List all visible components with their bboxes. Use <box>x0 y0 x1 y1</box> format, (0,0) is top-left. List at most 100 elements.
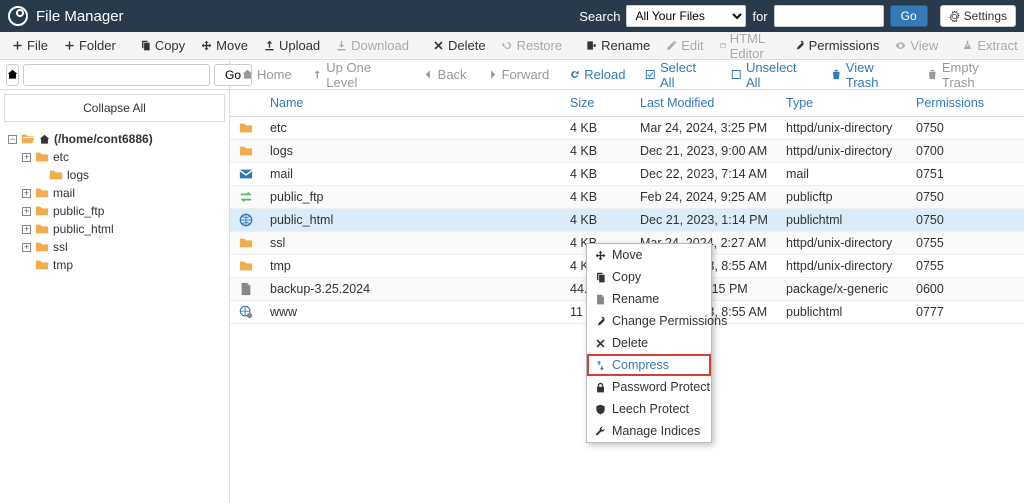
search-go-button[interactable]: Go <box>890 5 928 27</box>
cell-modified: Dec 21, 2023, 1:14 PM <box>632 209 778 232</box>
table-row[interactable]: logs4 KBDec 21, 2023, 9:00 AMhttpd/unix-… <box>230 140 1024 163</box>
col-size-header[interactable]: Size <box>562 90 632 117</box>
edit-button[interactable]: Edit <box>658 36 711 55</box>
table-row[interactable]: mail4 KBDec 22, 2023, 7:14 AMmail0751 <box>230 163 1024 186</box>
folder-button[interactable]: Folder <box>56 36 124 55</box>
settings-button[interactable]: Settings <box>940 5 1016 27</box>
col-permissions-header[interactable]: Permissions <box>908 90 1024 117</box>
col-name-header[interactable]: Name <box>262 90 562 117</box>
table-row[interactable]: public_ftp4 KBFeb 24, 2024, 9:25 AMpubli… <box>230 186 1024 209</box>
context-menu-label: Copy <box>612 270 641 284</box>
cell-type: publicftp <box>778 186 908 209</box>
tree-toggle-icon[interactable]: + <box>22 153 31 162</box>
context-menu-item[interactable]: Rename <box>587 288 711 310</box>
tree-toggle-icon[interactable]: + <box>22 207 31 216</box>
cell-perm: 0750 <box>908 209 1024 232</box>
folder-tree: − (/home/cont6886) +etclogs+mail+public_… <box>0 126 229 278</box>
cell-size: 4 KB <box>562 140 632 163</box>
row-icon <box>238 190 254 204</box>
cell-perm: 0750 <box>908 117 1024 140</box>
context-menu-item[interactable]: Compress <box>587 354 711 376</box>
tree-item[interactable]: +public_html <box>8 220 225 238</box>
folder-icon <box>35 150 49 164</box>
cell-modified: Dec 22, 2023, 7:14 AM <box>632 163 778 186</box>
delete-icon <box>433 40 444 51</box>
context-menu-label: Delete <box>612 336 648 350</box>
pane-home-button[interactable]: Home <box>234 65 300 84</box>
unselect-all-button[interactable]: Unselect All <box>723 58 819 92</box>
context-menu-item[interactable]: Change Permissions <box>587 310 711 332</box>
tree-toggle-icon[interactable]: − <box>8 135 17 144</box>
row-icon <box>238 305 254 319</box>
tree-item[interactable]: +etc <box>8 148 225 166</box>
view-trash-button[interactable]: View Trash <box>823 58 915 92</box>
cell-size: 4 KB <box>562 209 632 232</box>
up-icon <box>312 69 323 80</box>
cell-modified: Mar 24, 2024, 3:25 PM <box>632 117 778 140</box>
tree-toggle-icon[interactable]: + <box>22 243 31 252</box>
table-row[interactable]: public_html4 KBDec 21, 2023, 1:14 PMpubl… <box>230 209 1024 232</box>
restore-button[interactable]: Restore <box>494 36 571 55</box>
empty-trash-button[interactable]: Empty Trash <box>919 58 1020 92</box>
select-all-button[interactable]: Select All <box>637 58 719 92</box>
tree-item[interactable]: + public_ftp <box>8 202 225 220</box>
home-icon <box>39 134 50 145</box>
path-input[interactable] <box>23 64 210 86</box>
forward-button[interactable]: Forward <box>479 65 558 84</box>
cell-name: public_html <box>262 209 562 232</box>
back-button[interactable]: Back <box>415 65 475 84</box>
col-type-header[interactable]: Type <box>778 90 908 117</box>
cell-perm: 0700 <box>908 140 1024 163</box>
tree-item-label: public_ftp <box>53 204 104 218</box>
wrench-icon <box>595 426 606 437</box>
reload-button[interactable]: Reload <box>561 65 633 84</box>
main-toolbar: File Folder Copy Move Upload Download De… <box>0 32 1024 60</box>
row-icon <box>238 167 254 181</box>
permissions-button[interactable]: Permissions <box>786 36 888 55</box>
rename-button[interactable]: Rename <box>578 36 658 55</box>
move-button[interactable]: Move <box>193 36 256 55</box>
cell-modified: Feb 24, 2024, 9:25 AM <box>632 186 778 209</box>
context-menu-item[interactable]: Password Protect <box>587 376 711 398</box>
tree-toggle-icon[interactable]: + <box>22 225 31 234</box>
context-menu-item[interactable]: Move <box>587 244 711 266</box>
reload-icon <box>569 69 580 80</box>
tree-root[interactable]: − (/home/cont6886) <box>8 130 225 148</box>
up-one-level-button[interactable]: Up One Level <box>304 58 411 92</box>
cell-name: public_ftp <box>262 186 562 209</box>
file-button[interactable]: File <box>4 36 56 55</box>
cell-type: httpd/unix-directory <box>778 255 908 278</box>
move-icon <box>201 40 212 51</box>
right-icon <box>487 69 498 80</box>
copy-icon <box>595 272 606 283</box>
view-button[interactable]: View <box>887 36 946 55</box>
delete-button[interactable]: Delete <box>425 36 494 55</box>
tree-item[interactable]: logs <box>8 166 225 184</box>
cell-type: publichtml <box>778 209 908 232</box>
cell-perm: 0600 <box>908 278 1024 301</box>
tree-item-label: ssl <box>53 240 68 254</box>
context-menu-item[interactable]: Leech Protect <box>587 398 711 420</box>
context-menu-label: Leech Protect <box>612 402 689 416</box>
table-row[interactable]: etc4 KBMar 24, 2024, 3:25 PMhttpd/unix-d… <box>230 117 1024 140</box>
col-modified-header[interactable]: Last Modified <box>632 90 778 117</box>
search-scope-select[interactable]: All Your Files <box>626 5 746 27</box>
search-input[interactable] <box>774 5 884 27</box>
context-menu-item[interactable]: Delete <box>587 332 711 354</box>
tree-toggle-icon[interactable]: + <box>22 189 31 198</box>
tree-item[interactable]: +mail <box>8 184 225 202</box>
cell-name: logs <box>262 140 562 163</box>
download-icon <box>336 40 347 51</box>
context-menu-item[interactable]: Copy <box>587 266 711 288</box>
collapse-all-button[interactable]: Collapse All <box>4 94 225 122</box>
tree-item[interactable]: tmp <box>8 256 225 274</box>
upload-button[interactable]: Upload <box>256 36 328 55</box>
nav-home-button[interactable] <box>6 64 19 86</box>
copy-icon <box>140 40 151 51</box>
copy-button[interactable]: Copy <box>132 36 193 55</box>
folder-open-icon <box>21 132 35 146</box>
download-button[interactable]: Download <box>328 36 417 55</box>
context-menu-item[interactable]: Manage Indices <box>587 420 711 442</box>
tree-item[interactable]: + ssl <box>8 238 225 256</box>
extract-button[interactable]: Extract <box>954 36 1024 55</box>
